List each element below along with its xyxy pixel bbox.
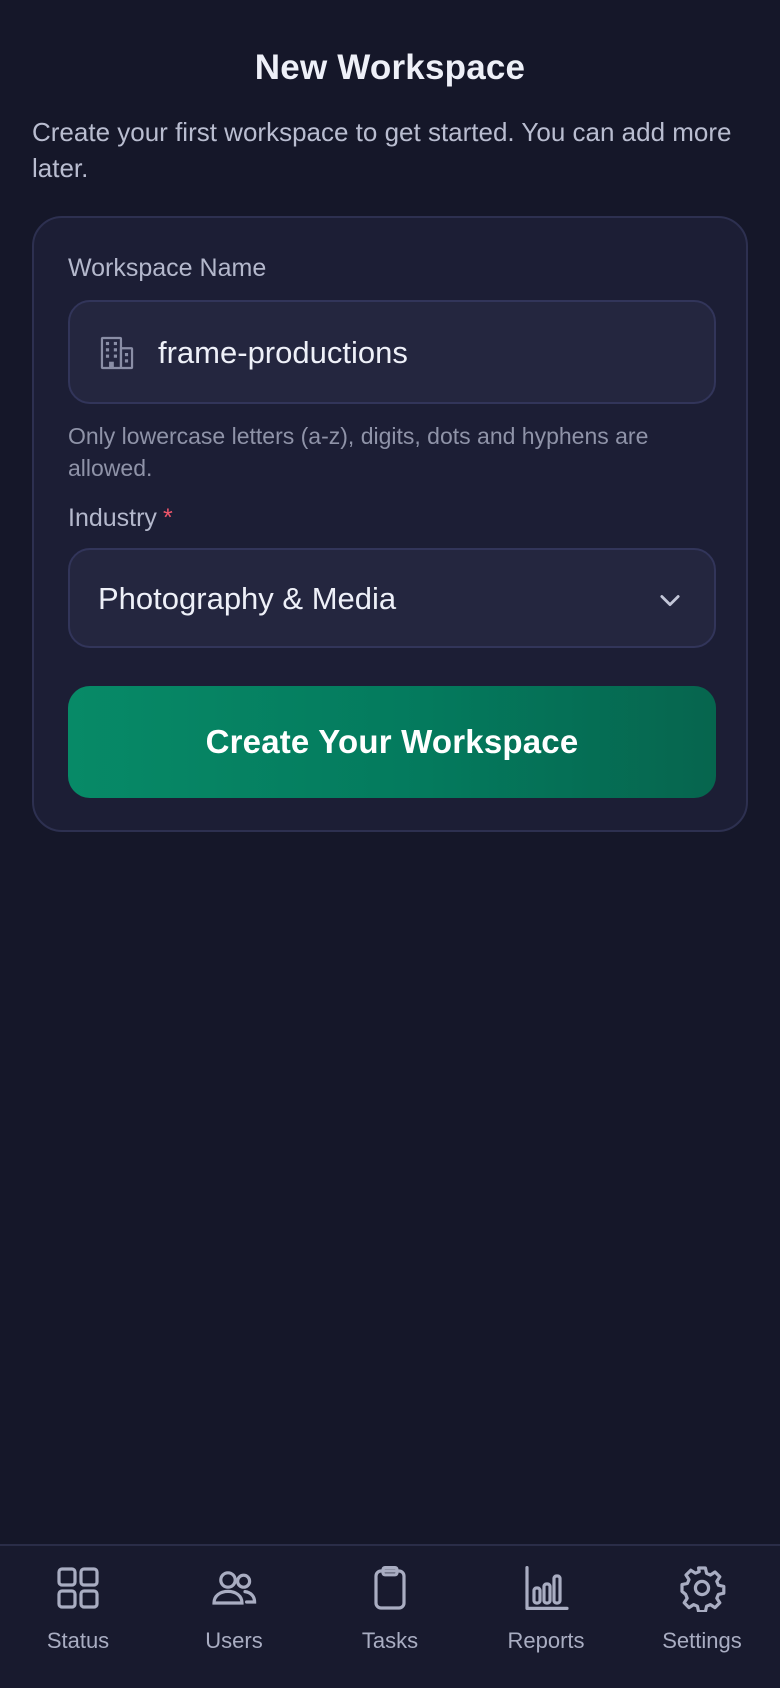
new-workspace-screen: New Workspace Create your first workspac… — [0, 0, 780, 1688]
bottom-nav: Status Users Tasks Reports Settings — [0, 1544, 780, 1688]
nav-item-reports[interactable]: Reports — [468, 1546, 624, 1688]
nav-label-users: Users — [205, 1628, 263, 1653]
industry-label: Industry * — [68, 504, 173, 533]
users-icon — [212, 1571, 257, 1605]
nav-item-settings[interactable]: Settings — [624, 1546, 780, 1688]
nav-item-tasks[interactable]: Tasks — [312, 1546, 468, 1688]
workspace-name-helper: Only lowercase letters (a-z), digits, do… — [68, 423, 649, 481]
industry-label-text: Industry — [68, 504, 157, 532]
workspace-name-label: Workspace Name — [68, 254, 267, 282]
nav-label-settings: Settings — [662, 1628, 742, 1653]
nav-item-users[interactable]: Users — [156, 1546, 312, 1688]
workspace-form-card: Workspace Name frame-productions Only lo… — [32, 216, 748, 832]
grid-icon — [57, 1567, 99, 1609]
clipboard-icon — [374, 1565, 406, 1610]
nav-label-status: Status — [46, 1628, 110, 1653]
required-marker: * — [162, 504, 173, 532]
workspace-name-input[interactable]: frame-productions — [68, 300, 716, 404]
industry-select[interactable]: Photography & Media — [68, 548, 716, 648]
workspace-name-value: frame-productions — [158, 335, 408, 370]
page-title: New Workspace — [254, 48, 526, 87]
building-icon — [100, 336, 134, 370]
create-workspace-button[interactable]: Create Your Workspace — [68, 686, 716, 798]
chevron-down-icon — [660, 595, 680, 607]
page-subtitle: Create your first workspace to get start… — [32, 117, 732, 183]
industry-selected-value: Photography & Media — [98, 581, 397, 616]
nav-label-reports: Reports — [507, 1628, 585, 1653]
bar-chart-icon — [525, 1566, 569, 1610]
nav-item-status[interactable]: Status — [0, 1546, 156, 1688]
gear-icon — [680, 1566, 726, 1612]
nav-label-tasks: Tasks — [361, 1628, 419, 1653]
